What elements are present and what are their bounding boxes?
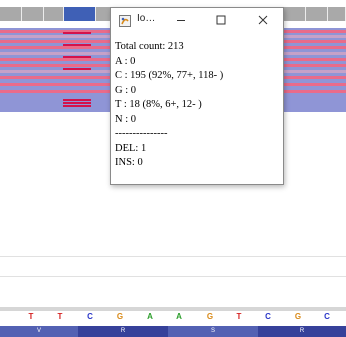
coverage-bin xyxy=(22,7,44,21)
base-a-count: A : 0 xyxy=(115,55,136,67)
amino-acid-cell: V xyxy=(0,326,78,337)
mismatch-marker xyxy=(63,32,91,34)
base-A: A xyxy=(147,312,153,321)
reference-sequence: T T C G A A G T C G C xyxy=(0,312,346,325)
amino-acid-cell: R xyxy=(78,326,168,337)
popup-titlebar[interactable]: Io… xyxy=(111,8,283,32)
coverage-bin xyxy=(328,7,346,21)
insertion-count: INS: 0 xyxy=(115,157,143,168)
base-T: T xyxy=(57,312,63,321)
base-c-count: C : 195 (92%, 77+, 118- ) xyxy=(115,70,224,81)
base-C: C xyxy=(87,312,93,321)
amino-acid-cell: R xyxy=(258,326,346,337)
popup-title: Io… xyxy=(137,13,156,24)
base-G: G xyxy=(206,312,214,321)
base-C: C xyxy=(324,312,330,321)
reference-track-bar xyxy=(0,307,346,311)
base-G: G xyxy=(294,312,302,321)
base-C: C xyxy=(265,312,271,321)
track-divider xyxy=(0,256,346,257)
base-G: G xyxy=(116,312,124,321)
app-icon xyxy=(119,14,131,27)
coverage-bin xyxy=(0,7,22,21)
base-T: T xyxy=(236,312,242,321)
coverage-bin xyxy=(284,7,306,21)
amino-acid-track: V R S R xyxy=(0,326,346,337)
mismatch-marker xyxy=(63,99,91,101)
total-count-line: Total count: 213 xyxy=(115,41,184,52)
minimize-icon[interactable] xyxy=(169,10,193,30)
amino-acid-cell: S xyxy=(168,326,258,337)
mismatch-marker xyxy=(63,68,91,70)
popup-content: Total count: 213 A : 0 C : 195 (92%, 77+… xyxy=(115,40,223,171)
base-A: A xyxy=(176,312,182,321)
mismatch-marker xyxy=(63,105,91,107)
base-g-count: G : 0 xyxy=(115,84,136,96)
coverage-bin xyxy=(44,7,64,21)
deletion-count: DEL: 1 xyxy=(115,142,147,154)
base-count-popup: Io… Total count: 213 A : 0 C : 195 (92%,… xyxy=(110,7,284,185)
mismatch-marker xyxy=(63,102,91,104)
base-T: T xyxy=(28,312,34,321)
separator-line: --------------- xyxy=(115,128,168,139)
base-n-count: N : 0 xyxy=(115,113,136,125)
close-icon[interactable] xyxy=(251,10,275,30)
mismatch-marker xyxy=(63,44,91,46)
coverage-bin xyxy=(306,7,328,21)
coverage-bin-highlighted[interactable] xyxy=(64,7,96,21)
mismatch-marker xyxy=(63,56,91,58)
maximize-icon[interactable] xyxy=(209,10,233,30)
base-t-count: T : 18 (8%, 6+, 12- ) xyxy=(115,99,202,110)
track-divider xyxy=(0,276,346,277)
